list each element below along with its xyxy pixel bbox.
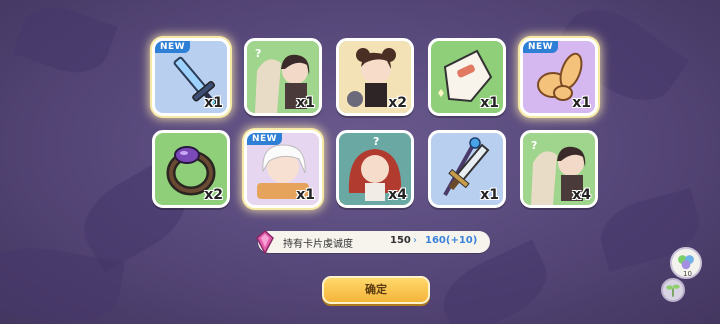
item-count: x1 (296, 95, 315, 111)
item-count: x4 (572, 187, 591, 203)
item-count: x4 (388, 187, 407, 203)
devotion-next: 160(+10) (425, 235, 478, 246)
clover-button[interactable]: 10 (670, 247, 702, 279)
reward-card-character[interactable]: ? x4 (336, 130, 414, 208)
item-count: x1 (204, 95, 223, 111)
devotion-label: 持有卡片虔诚度 (283, 239, 353, 250)
mystery-icon: ? (531, 139, 538, 152)
new-badge: NEW (155, 41, 191, 53)
item-count: x1 (572, 95, 591, 111)
mystery-icon: ? (373, 135, 380, 148)
sprout-button[interactable] (661, 278, 685, 302)
devotion-current: 150 (390, 235, 411, 246)
reward-card-character[interactable]: ? x1 (244, 38, 322, 116)
new-badge: NEW (247, 133, 283, 145)
item-count: x1 (480, 95, 499, 111)
reward-card-item[interactable]: x1 (428, 38, 506, 116)
reward-card-item[interactable]: NEW x1 (520, 38, 598, 116)
devotion-info-bar: 持有卡片虔诚度 150 › 160(+10) (256, 230, 490, 255)
reward-card-character[interactable]: NEW x1 (244, 130, 322, 208)
new-badge: NEW (523, 41, 559, 53)
reward-card-item[interactable]: x1 (428, 130, 506, 208)
reward-grid: NEW x1 ? x1 x2 x1 NEW x1 x2 NEW x1 ? x4 … (152, 38, 598, 208)
reward-card-character[interactable]: ? x4 (520, 130, 598, 208)
arrow-right-icon: › (413, 235, 417, 246)
item-count: x2 (388, 95, 407, 111)
item-count: x1 (480, 187, 499, 203)
confirm-button[interactable]: 确定 (322, 276, 430, 304)
reward-card-sword[interactable]: NEW x1 (152, 38, 230, 116)
item-count: x1 (296, 187, 315, 203)
reward-card-character[interactable]: x2 (336, 38, 414, 116)
item-count: x2 (204, 187, 223, 203)
sprout-icon (666, 284, 680, 297)
bg-leaf (12, 0, 118, 84)
reward-card-item[interactable]: x2 (152, 130, 230, 208)
mystery-icon: ? (255, 47, 262, 60)
gem-icon (256, 230, 274, 255)
side-count: 10 (683, 270, 692, 278)
